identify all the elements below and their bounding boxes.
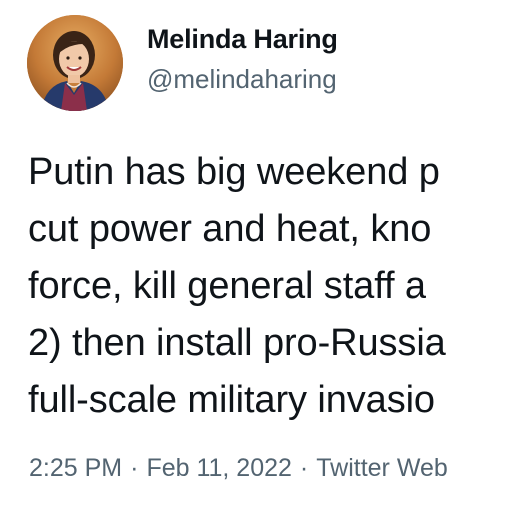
tweet-source-link[interactable]: Twitter Web	[316, 454, 448, 483]
tweet-card: Melinda Haring @melindaharing Putin has …	[0, 0, 520, 520]
tweet-line: full-scale military invasio	[28, 379, 435, 421]
tweet-text: Putin has big weekend p cut power and he…	[28, 144, 520, 429]
profile-photo-icon	[27, 15, 123, 111]
author-handle[interactable]: @melindaharing	[147, 64, 337, 95]
tweet-time[interactable]: 2:25 PM	[29, 454, 122, 483]
separator-dot: ·	[130, 454, 139, 482]
avatar[interactable]	[27, 15, 123, 111]
tweet-line: 2) then install pro-Russia	[28, 322, 446, 364]
separator-dot: ·	[299, 454, 309, 482]
tweet-date[interactable]: Feb 11, 2022	[146, 454, 291, 483]
tweet-line: force, kill general staff a	[28, 265, 426, 307]
author-name[interactable]: Melinda Haring	[147, 24, 338, 55]
tweet-line: cut power and heat, kno	[28, 208, 432, 250]
tweet-metadata: 2:25 PM · Feb 11, 2022 · Twitter Web	[29, 454, 448, 483]
tweet-line: Putin has big weekend p	[28, 151, 440, 193]
